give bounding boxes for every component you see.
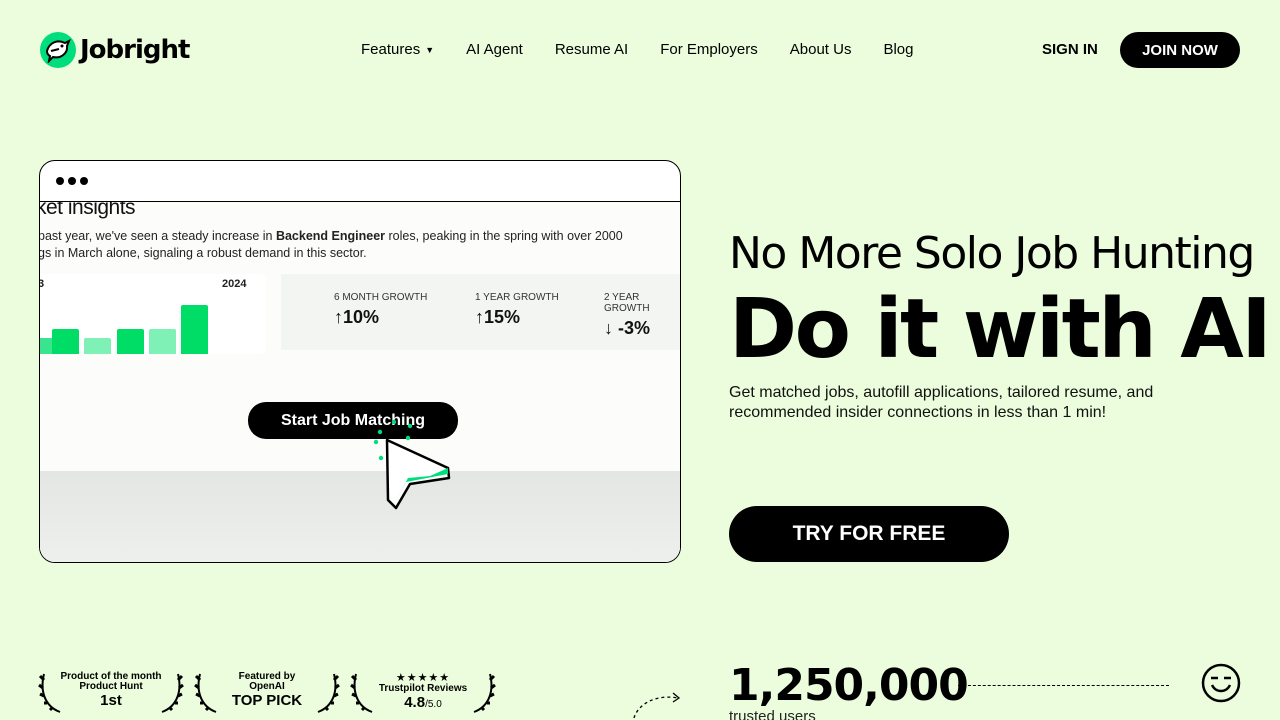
window-dot-icon xyxy=(80,177,88,185)
hero-title: Do it with AI xyxy=(729,282,1272,377)
window-dot-icon xyxy=(56,177,64,185)
caret-down-icon: ▼ xyxy=(425,45,435,55)
sign-in-link[interactable]: SIGN IN xyxy=(1042,40,1098,60)
main-menu: Features ▼ AI Agent Resume AI For Employ… xyxy=(361,40,945,60)
nav-item-blog[interactable]: Blog xyxy=(883,40,913,60)
nav-item-for-employers[interactable]: For Employers xyxy=(660,40,758,60)
nav-item-label: About Us xyxy=(789,41,852,58)
nav-item-label: Blog xyxy=(883,41,914,58)
insights-role: Backend Engineer xyxy=(275,229,386,243)
insights-text-part: past year, we've seen a steady increase … xyxy=(40,229,276,243)
chart-bar xyxy=(149,329,176,354)
stat-2-year: 2 YEAR GROWTH ↓ -3% xyxy=(604,292,680,339)
stat-label: 6 MONTH GROWTH xyxy=(334,292,428,303)
nav-item-about-us[interactable]: About Us xyxy=(790,40,852,60)
badge-text: Featured by OpenAI TOP PICK xyxy=(194,672,340,710)
smiley-face-icon xyxy=(1201,663,1241,703)
dashed-divider xyxy=(958,685,1169,686)
nav-item-label: Resume AI xyxy=(554,41,629,58)
rating-value: 4.8 xyxy=(404,694,426,711)
badge-highlight: TOP PICK xyxy=(231,692,303,709)
stat-label: 1 YEAR GROWTH xyxy=(475,292,559,303)
nav-item-ai-agent[interactable]: AI Agent xyxy=(466,40,523,60)
badge-line: OpenAI xyxy=(249,681,285,692)
trustpilot-badge: ★★★★★ Trustpilot Reviews 4.8/5.0 xyxy=(350,670,496,714)
stat-6-month: 6 MONTH GROWTH ↑10% xyxy=(334,292,427,328)
stat-value: ↑10% xyxy=(334,307,427,328)
badge-highlight: 4.8/5.0 xyxy=(350,694,496,714)
chart-year-label: 2024 xyxy=(222,278,247,290)
growth-mini-chart: 3 2024 xyxy=(40,274,266,354)
chart-year-label: 3 xyxy=(40,278,44,290)
insights-text-part: gs in March alone, signaling a robust de… xyxy=(40,246,367,260)
nav-item-label: AI Agent xyxy=(466,41,523,58)
insights-text-part: roles, peaking in the spring with over 2… xyxy=(385,229,623,243)
insights-text: past year, we've seen a steady increase … xyxy=(40,228,658,262)
hero-subtitle: No More Solo Job Hunting xyxy=(729,228,1255,279)
openai-badge: Featured by OpenAI TOP PICK xyxy=(194,670,340,714)
chart-bar xyxy=(52,329,79,354)
stat-number: 10% xyxy=(343,307,380,327)
demo-footer xyxy=(40,471,680,562)
stat-value: ↑15% xyxy=(475,307,559,328)
badge-text: ★★★★★ Trustpilot Reviews 4.8/5.0 xyxy=(350,672,496,714)
chart-bar xyxy=(84,338,111,354)
rating-max: /5.0 xyxy=(425,699,442,710)
badge-line: Product Hunt xyxy=(79,681,143,692)
try-for-free-button[interactable]: TRY FOR FREE xyxy=(729,506,1009,562)
arrow-down-icon: ↓ xyxy=(604,318,613,338)
brand-logo[interactable]: Jobright xyxy=(40,32,190,68)
chart-bar xyxy=(181,305,208,354)
growth-stats-panel: 6 MONTH GROWTH ↑10% 1 YEAR GROWTH ↑15% 2… xyxy=(281,274,680,350)
bird-logo-icon xyxy=(40,32,76,68)
stat-label: 2 YEAR GROWTH xyxy=(604,292,650,314)
mouse-cursor-icon xyxy=(373,419,451,510)
stat-number: -3% xyxy=(618,318,651,338)
top-nav: Jobright Features ▼ AI Agent Resume AI F… xyxy=(0,0,1280,100)
insights-title: ket insights xyxy=(40,202,136,219)
nav-item-label: Features xyxy=(361,41,421,58)
demo-content: ket insights past year, we've seen a ste… xyxy=(40,202,680,562)
badge-text: Product of the month Product Hunt 1st xyxy=(38,672,184,710)
arrow-up-icon: ↑ xyxy=(334,307,343,327)
user-count: 1,250,000 xyxy=(729,660,969,711)
window-dot-icon xyxy=(68,177,76,185)
stat-1-year: 1 YEAR GROWTH ↑15% xyxy=(475,292,559,328)
window-titlebar xyxy=(40,161,680,202)
product-hunt-badge: Product of the month Product Hunt 1st xyxy=(38,670,184,714)
arrow-up-icon: ↑ xyxy=(475,307,484,327)
stat-number: 15% xyxy=(484,307,521,327)
chart-bar xyxy=(117,329,144,354)
nav-item-resume-ai[interactable]: Resume AI xyxy=(555,40,628,60)
stat-value: ↓ -3% xyxy=(604,318,680,339)
badge-line: Trustpilot Reviews xyxy=(378,683,468,694)
curved-arrow-icon xyxy=(633,692,681,719)
badge-highlight: 1st xyxy=(100,692,122,709)
nav-item-features[interactable]: Features ▼ xyxy=(361,40,434,60)
hero-description: Get matched jobs, autofill applications,… xyxy=(729,384,1154,421)
nav-item-label: For Employers xyxy=(660,41,758,58)
join-now-button[interactable]: JOIN NOW xyxy=(1120,32,1240,68)
brand-name: Jobright xyxy=(80,35,190,65)
product-demo-window: ket insights past year, we've seen a ste… xyxy=(39,160,681,563)
user-count-label: trusted users xyxy=(729,708,816,720)
